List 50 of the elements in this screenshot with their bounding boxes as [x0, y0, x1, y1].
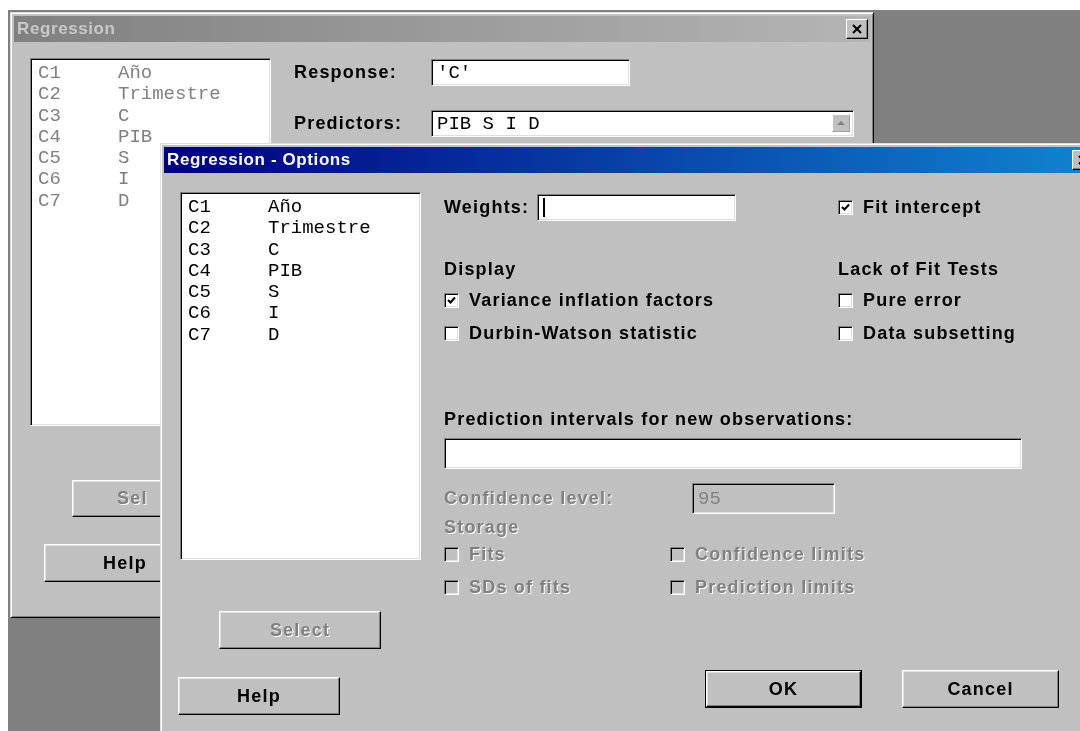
- column-number[interactable]: C3: [188, 239, 268, 261]
- field-label: Predictors:: [294, 113, 403, 133]
- cancel-button[interactable]: Cancel: [902, 670, 1059, 708]
- column-name[interactable]: PIB: [268, 260, 303, 283]
- field-value: PIB S I D: [437, 112, 540, 135]
- check-mark-icon: [841, 203, 850, 212]
- help-button[interactable]: Help: [178, 677, 340, 715]
- field-label: Confidence level:: [444, 488, 614, 508]
- checkbox-label[interactable]: Fit intercept: [863, 197, 982, 218]
- field-value: 'C': [437, 61, 472, 84]
- checkbox[interactable]: [444, 293, 459, 308]
- checkbox[interactable]: [838, 293, 853, 308]
- field-value: 95: [698, 487, 721, 510]
- column-name[interactable]: Año: [268, 197, 303, 219]
- close-icon: [852, 24, 862, 34]
- column-name[interactable]: S: [268, 282, 280, 304]
- field-label: Response:: [294, 62, 397, 82]
- checkbox-label[interactable]: Durbin-Watson statistic: [469, 323, 698, 344]
- close-button[interactable]: [846, 19, 868, 39]
- field-label: Prediction intervals for new observations:: [444, 409, 854, 429]
- checkbox[interactable]: [838, 200, 853, 215]
- text-cursor: [543, 198, 546, 217]
- column-number[interactable]: C1: [188, 197, 268, 219]
- column-name[interactable]: D: [268, 324, 280, 347]
- text-field[interactable]: PIB S I D: [431, 110, 854, 137]
- field-label: Weights:: [444, 197, 530, 217]
- window-title: Regression: [17, 19, 116, 39]
- checkbox-label[interactable]: Data subsetting: [863, 323, 1017, 344]
- section-heading: Lack of Fit Tests: [838, 259, 1000, 279]
- checkbox-label[interactable]: Pure error: [863, 290, 963, 311]
- column-number[interactable]: C6: [188, 303, 268, 325]
- section-heading: Storage: [444, 517, 520, 537]
- column-name[interactable]: Trimestre: [268, 218, 371, 240]
- column-number[interactable]: C2: [188, 218, 268, 240]
- column-name[interactable]: C: [268, 239, 280, 261]
- column-number[interactable]: C4: [188, 260, 268, 283]
- ok-button[interactable]: OK: [705, 670, 862, 708]
- text-field[interactable]: [537, 194, 737, 221]
- checkbox[interactable]: [444, 326, 459, 341]
- check-mark-icon: [447, 296, 456, 305]
- text-field[interactable]: [444, 438, 1022, 469]
- column-number[interactable]: C7: [188, 324, 268, 347]
- column-list[interactable]: C1 Año C2 Trimestre C3 C C4 PIB C5 S C6 I C7 D: [180, 192, 421, 560]
- scroll-arrow-icon[interactable]: [832, 114, 850, 132]
- checkbox-label[interactable]: Variance inflation factors: [469, 290, 715, 311]
- checkbox[interactable]: [838, 326, 853, 341]
- section-heading: Display: [444, 259, 517, 279]
- column-name[interactable]: I: [268, 303, 280, 325]
- text-field[interactable]: 'C': [431, 59, 630, 86]
- column-number[interactable]: C5: [188, 282, 268, 304]
